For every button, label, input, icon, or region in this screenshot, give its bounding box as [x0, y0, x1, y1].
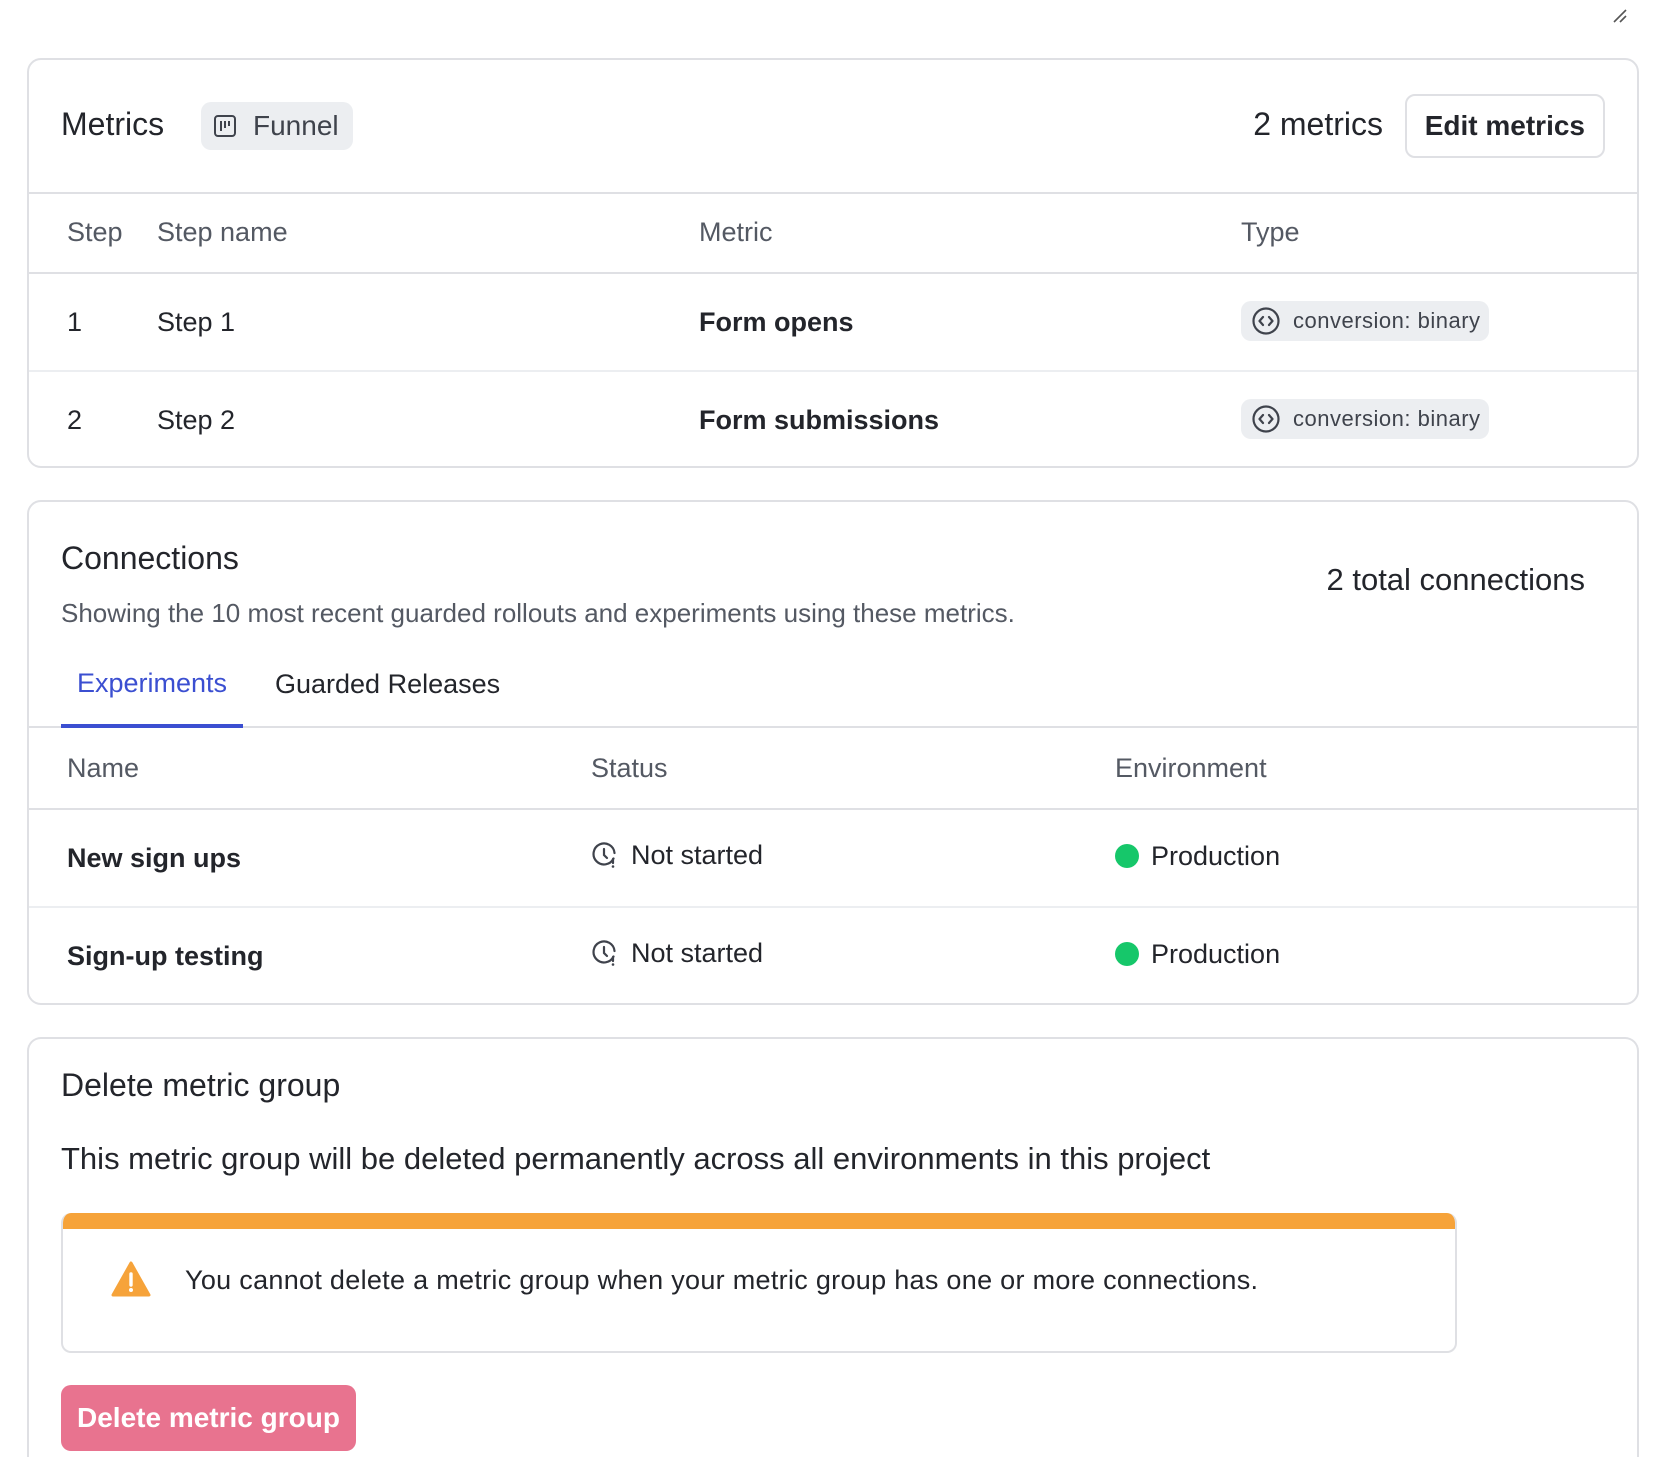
clock-pending-icon [592, 940, 616, 967]
resize-handle-icon[interactable] [1610, 6, 1630, 26]
column-header-step-name: Step name [157, 192, 699, 274]
metric-type: conversion: binary [1241, 273, 1637, 372]
warning-accent-bar [63, 1213, 1455, 1229]
table-row[interactable]: 1 Step 1 Form opens conversion: binary [29, 273, 1637, 372]
delete-description: This metric group will be deleted perman… [61, 1141, 1211, 1176]
connections-total: 2 total connections [1326, 562, 1585, 597]
column-header-step: Step [29, 192, 157, 274]
metric-type-chip: conversion: binary [1241, 301, 1489, 341]
metric-type-chip: conversion: binary [1241, 399, 1489, 439]
tab-guarded-releases[interactable]: Guarded Releases [275, 642, 500, 726]
environment-indicator: Production [1115, 939, 1280, 970]
funnel-badge-label: Funnel [253, 110, 339, 141]
table-row[interactable]: Sign-up testing Not started Production [29, 907, 1637, 1004]
metric-name[interactable]: Form submissions [699, 371, 1241, 468]
column-header-metric: Metric [699, 192, 1241, 274]
status-indicator: Not started [591, 840, 763, 871]
table-row[interactable]: New sign ups Not started Production [29, 809, 1637, 908]
warning-callout: You cannot delete a metric group when yo… [61, 1213, 1457, 1353]
edit-metrics-button[interactable]: Edit metrics [1404, 94, 1605, 158]
code-circle-icon [1252, 405, 1280, 433]
table-row[interactable]: 2 Step 2 Form submissions conversion: bi… [29, 371, 1637, 468]
connections-description: Showing the 10 most recent guarded rollo… [61, 598, 1015, 628]
metrics-table-header: Step Step name Metric Type [29, 192, 1637, 274]
metrics-title: Metrics [61, 106, 165, 142]
metrics-header: Metrics Funnel 2 metrics Edit metrics [29, 60, 1637, 194]
environment-label: Production [1151, 840, 1281, 871]
delete-metric-group-button[interactable]: Delete metric group [61, 1385, 356, 1451]
environment-label: Production [1151, 938, 1281, 969]
environment-indicator: Production [1115, 841, 1280, 872]
step-name: Step 2 [157, 404, 236, 435]
environment-dot-icon [1115, 844, 1139, 869]
column-header-environment: Environment [1115, 728, 1637, 810]
environment-dot-icon [1115, 942, 1139, 967]
metric-count: 2 metrics [1253, 106, 1383, 142]
step-number: 2 [67, 404, 83, 435]
status-label: Not started [631, 839, 764, 870]
experiment-status: Not started [591, 809, 1115, 908]
column-header-status: Status [591, 728, 1115, 810]
experiment-status: Not started [591, 907, 1115, 1004]
clock-pending-icon [592, 842, 616, 869]
status-label: Not started [631, 937, 764, 968]
connections-table-header: Name Status Environment [29, 728, 1637, 810]
connections-title: Connections [61, 540, 239, 576]
connections-table: Name Status Environment New sign ups Not… [29, 728, 1637, 1004]
metric-name[interactable]: Form opens [699, 273, 1241, 372]
warning-icon [111, 1261, 151, 1297]
metrics-card: Metrics Funnel 2 metrics Edit metrics St… [27, 58, 1639, 468]
funnel-chart-icon [214, 115, 236, 137]
connections-card: Connections Showing the 10 most recent g… [27, 500, 1639, 1005]
metric-type: conversion: binary [1241, 371, 1637, 468]
delete-title: Delete metric group [61, 1067, 341, 1103]
experiment-name[interactable]: New sign ups [29, 809, 591, 908]
step-name: Step 1 [157, 273, 699, 372]
tab-experiments[interactable]: Experiments [61, 642, 244, 728]
step-number: 1 [29, 273, 157, 372]
metrics-table: Step Step name Metric Type 1 Step 1 Form… [29, 192, 1637, 468]
experiment-environment: Production [1115, 907, 1637, 1004]
warning-message: You cannot delete a metric group when yo… [185, 1265, 1259, 1295]
column-header-type: Type [1241, 192, 1637, 274]
status-indicator: Not started [591, 938, 763, 969]
metric-type-label: conversion: binary [1293, 308, 1481, 333]
column-header-name: Name [29, 728, 591, 810]
metric-type-label: conversion: binary [1293, 406, 1481, 431]
delete-metric-group-card: Delete metric group This metric group wi… [27, 1037, 1639, 1457]
experiment-name[interactable]: Sign-up testing [29, 907, 591, 1004]
connections-tabs: Experiments Guarded Releases [29, 642, 1637, 728]
funnel-badge: Funnel [201, 102, 353, 150]
experiment-environment: Production [1115, 809, 1637, 908]
code-circle-icon [1252, 307, 1280, 335]
